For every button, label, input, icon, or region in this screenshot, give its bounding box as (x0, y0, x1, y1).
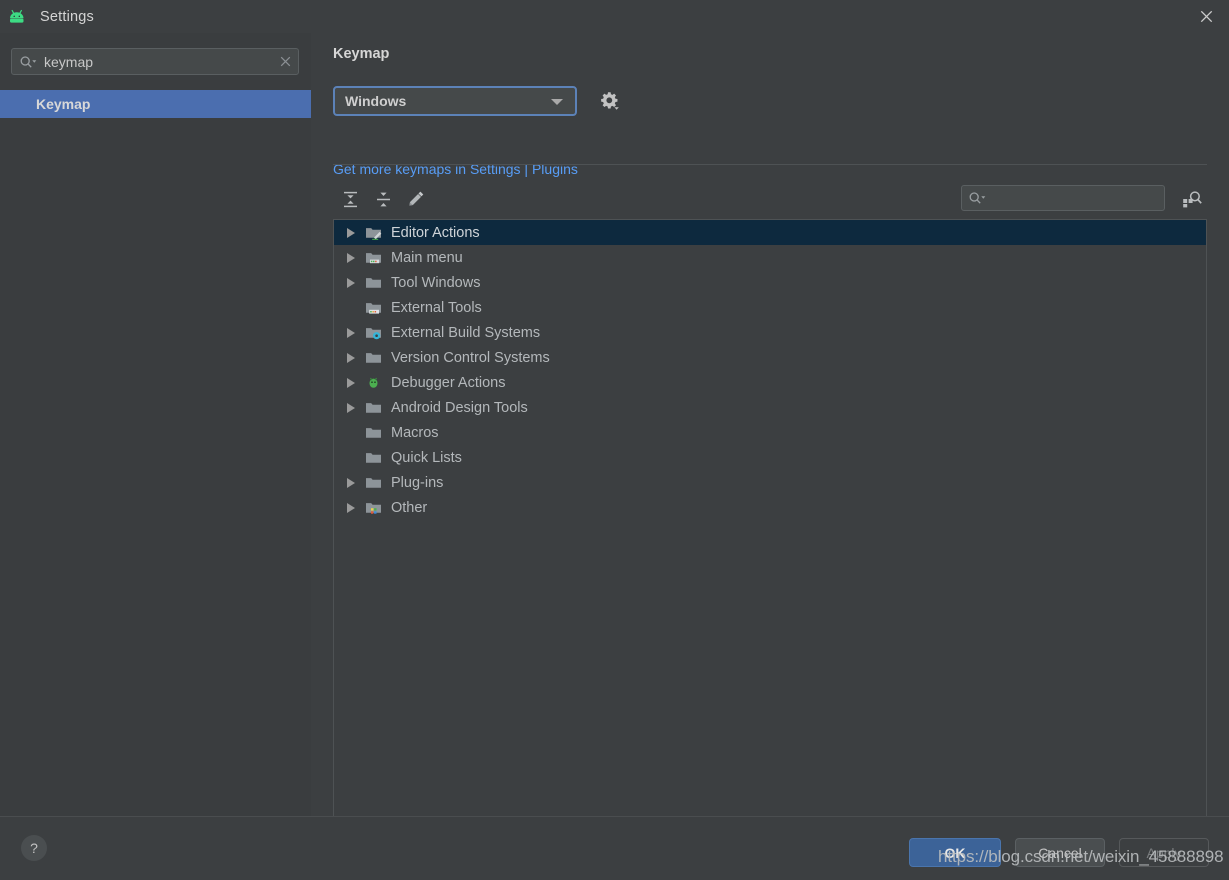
folder-tools-icon (365, 303, 381, 314)
folder-build-icon (365, 328, 381, 340)
clear-icon[interactable] (272, 49, 298, 74)
help-button[interactable]: ? (21, 835, 47, 861)
tree-item-icon (362, 300, 384, 315)
tree-item-label: Plug-ins (391, 474, 444, 491)
folder-icon (365, 428, 381, 438)
tree-row[interactable]: Debugger Actions (334, 370, 1206, 395)
edit-shortcut-button[interactable] (401, 184, 431, 214)
find-by-shortcut-button[interactable] (1177, 185, 1207, 213)
page-title: Keymap (333, 46, 390, 62)
keymap-search-input[interactable] (987, 190, 1164, 206)
search-dropdown-icon[interactable] (968, 191, 987, 205)
tree-item-icon (362, 325, 384, 340)
tree-item-icon (362, 350, 384, 365)
tree-item-icon (362, 400, 384, 415)
tree-item-icon (362, 475, 384, 490)
pencil-icon (409, 191, 424, 206)
sidebar-item-keymap[interactable]: Keymap (0, 90, 311, 118)
keymap-settings-pane: Keymap Windows Get more keymaps in Setti… (311, 33, 1229, 833)
settings-dialog: Settings Keymap Keymap (0, 0, 1229, 880)
tree-row[interactable]: Other (334, 495, 1206, 520)
tree-row[interactable]: Version Control Systems (334, 345, 1206, 370)
search-dropdown-icon[interactable] (19, 55, 38, 69)
expand-arrow-icon[interactable] (340, 352, 362, 363)
sidebar-item-label: Keymap (36, 96, 91, 112)
folder-icon (365, 453, 381, 463)
keymap-tree-toolbar (333, 179, 1207, 219)
keymap-select-value: Windows (345, 93, 407, 109)
bug-icon (369, 377, 377, 388)
tree-item-label: Debugger Actions (391, 374, 506, 391)
tree-item-icon (362, 375, 384, 390)
watermark: https://blog.csdn.net/weixin_45888898 (938, 847, 1224, 866)
tree-row[interactable]: Macros (334, 420, 1206, 445)
tree-row[interactable]: Quick Lists (334, 445, 1206, 470)
tree-item-label: Quick Lists (391, 449, 462, 466)
tree-item-icon (362, 250, 384, 265)
tree-item-icon (362, 450, 384, 465)
tree-item-icon (362, 425, 384, 440)
help-label: ? (30, 840, 38, 856)
search-input[interactable] (38, 53, 272, 70)
tree-item-icon (362, 225, 384, 240)
tree-row[interactable]: Editor Actions (334, 220, 1206, 245)
folder-menu-icon (365, 253, 381, 264)
tree-item-icon (362, 275, 384, 290)
tree-item-icon (362, 500, 384, 515)
tree-item-label: Macros (391, 424, 439, 441)
folder-editor-icon (365, 228, 381, 240)
tree-item-label: External Tools (391, 299, 482, 316)
expand-arrow-icon[interactable] (340, 477, 362, 488)
folder-icon (365, 403, 381, 413)
collapse-all-button[interactable] (368, 184, 398, 214)
find-by-shortcut-icon (1182, 191, 1202, 208)
gear-dropdown-icon (601, 92, 619, 110)
keymap-select[interactable]: Windows (333, 86, 577, 116)
tree-row[interactable]: Plug-ins (334, 470, 1206, 495)
expand-arrow-icon[interactable] (340, 277, 362, 288)
section-divider (333, 164, 1207, 165)
tree-item-label: Android Design Tools (391, 399, 528, 416)
window-title: Settings (40, 8, 94, 25)
expand-arrow-icon[interactable] (340, 252, 362, 263)
expand-all-icon (343, 191, 357, 207)
tree-item-label: Editor Actions (391, 224, 480, 241)
keymap-search-box[interactable] (961, 185, 1165, 211)
tree-item-label: Main menu (391, 249, 463, 266)
tree-row[interactable]: Tool Windows (334, 270, 1206, 295)
tree-item-label: Other (391, 499, 428, 516)
expand-arrow-icon[interactable] (340, 377, 362, 388)
expand-all-button[interactable] (335, 184, 365, 214)
settings-sidebar: Keymap (0, 33, 311, 816)
tree-item-label: External Build Systems (391, 324, 541, 341)
folder-other-icon (365, 503, 381, 514)
expand-arrow-icon[interactable] (340, 227, 362, 238)
tree-row[interactable]: External Tools (334, 295, 1206, 320)
tree-row[interactable]: Main menu (334, 245, 1206, 270)
folder-icon (365, 278, 381, 288)
tree-item-label: Version Control Systems (391, 349, 550, 366)
collapse-all-icon (376, 192, 390, 206)
folder-icon (365, 478, 381, 488)
expand-arrow-icon[interactable] (340, 402, 362, 413)
tree-row[interactable]: External Build Systems (334, 320, 1206, 345)
tree-item-label: Tool Windows (391, 274, 481, 291)
expand-arrow-icon[interactable] (340, 327, 362, 338)
expand-arrow-icon[interactable] (340, 502, 362, 513)
chevron-down-icon (551, 99, 563, 105)
folder-icon (365, 353, 381, 363)
title-bar: Settings (0, 0, 1229, 33)
close-icon[interactable] (1183, 0, 1229, 33)
tree-row[interactable]: Android Design Tools (334, 395, 1206, 420)
keymap-gear-button[interactable] (596, 87, 624, 115)
keymap-actions-tree[interactable]: Editor Actions Main menu Tool Windows Exter… (333, 219, 1207, 833)
android-icon (10, 9, 24, 23)
settings-search-box[interactable] (11, 48, 299, 75)
